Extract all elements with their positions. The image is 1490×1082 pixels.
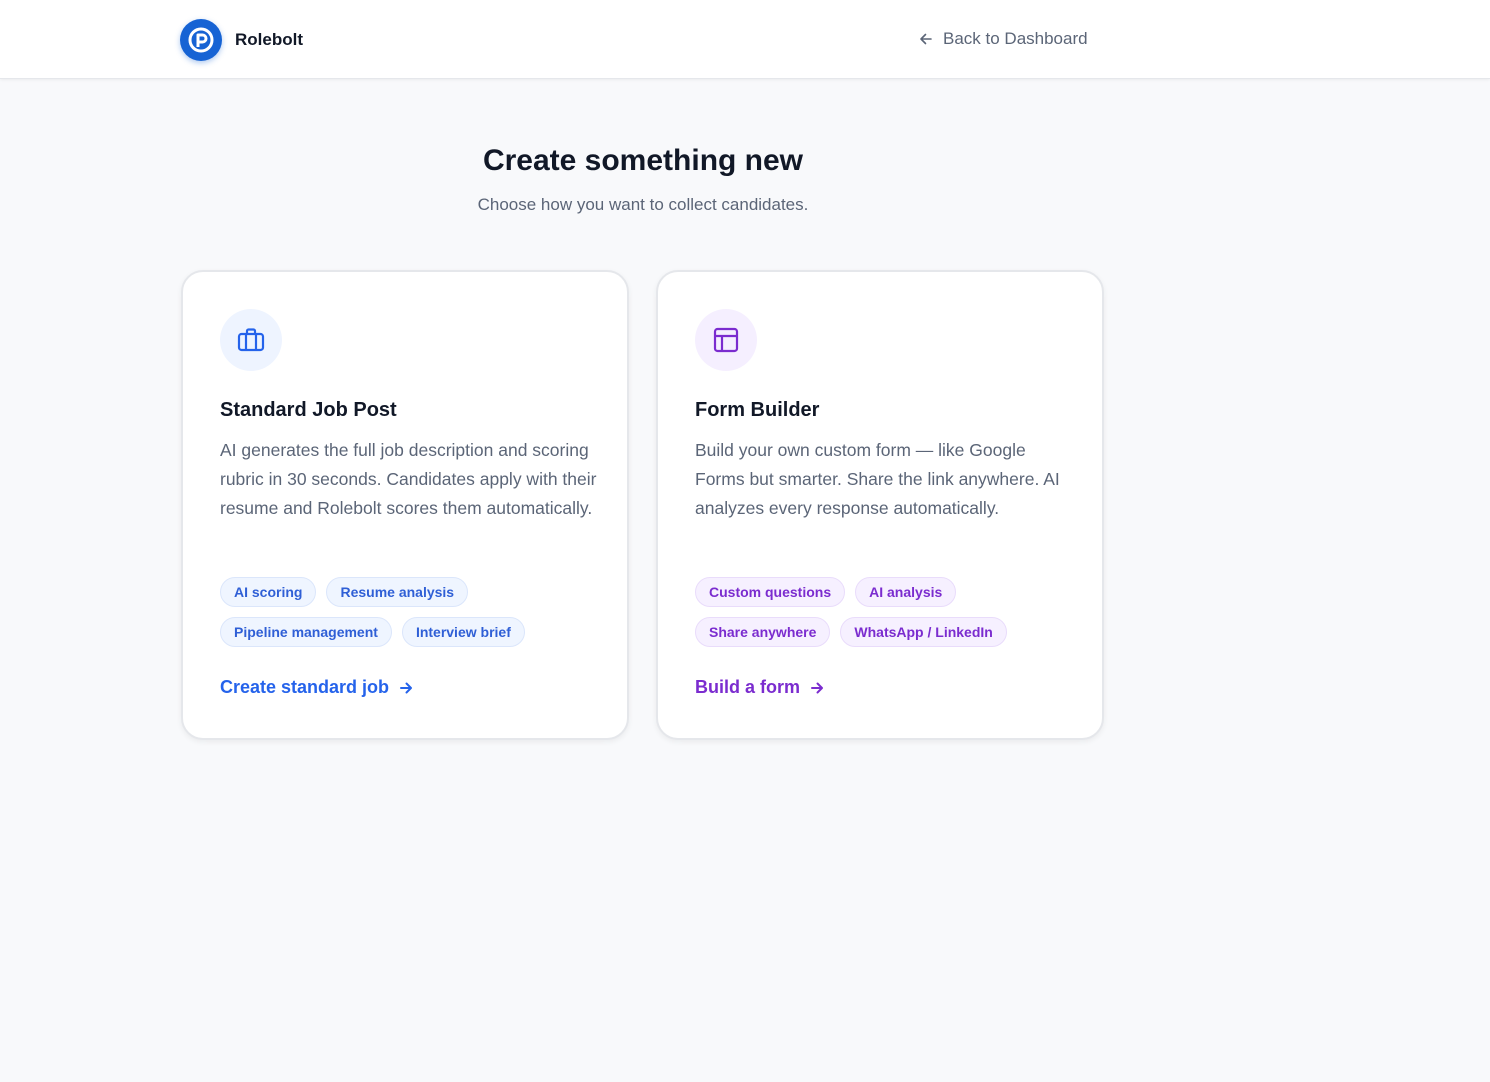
feature-tag: Pipeline management	[220, 617, 392, 647]
feature-tags: Custom questions AI analysis Share anywh…	[695, 577, 1085, 647]
feature-tag: Resume analysis	[326, 577, 469, 607]
top-bar: Rolebolt Back to Dashboard	[0, 0, 1490, 79]
feature-tag: Custom questions	[695, 577, 846, 607]
layout-icon	[695, 309, 757, 371]
card-title: Standard Job Post	[220, 399, 397, 421]
standard-job-post-card[interactable]: Standard Job Post AI generates the full …	[181, 270, 629, 740]
feature-tag: Share anywhere	[695, 617, 831, 647]
feature-tag: AI analysis	[855, 577, 957, 607]
cta-label: Build a form	[695, 677, 801, 697]
back-to-dashboard-link[interactable]: Back to Dashboard	[918, 29, 1088, 49]
feature-tag: Interview brief	[401, 617, 525, 647]
card-description: AI generates the full job description an…	[220, 440, 597, 518]
brand[interactable]: Rolebolt	[180, 19, 303, 61]
page-title: Create something new	[482, 144, 804, 177]
build-a-form-link[interactable]: Build a form	[695, 677, 825, 698]
cta-label: Create standard job	[220, 677, 390, 697]
rolebolt-logo-icon	[180, 19, 222, 61]
arrow-left-icon	[920, 33, 932, 45]
card-title: Form Builder	[695, 399, 820, 421]
back-to-dashboard-label: Back to Dashboard	[943, 29, 1088, 48]
feature-tag: AI scoring	[220, 577, 317, 607]
feature-tags: AI scoring Resume analysis Pipeline mana…	[220, 577, 610, 647]
arrow-right-icon	[811, 682, 824, 693]
create-standard-job-link[interactable]: Create standard job	[220, 677, 414, 698]
card-description: Build your own custom form — like Google…	[695, 440, 1060, 518]
briefcase-icon	[220, 309, 282, 371]
arrow-right-icon	[400, 682, 413, 693]
brand-name: Rolebolt	[235, 30, 303, 49]
page-subtitle: Choose how you want to collect candidate…	[477, 195, 809, 214]
form-builder-card[interactable]: Form Builder Build your own custom form …	[656, 270, 1104, 740]
feature-tag: WhatsApp / LinkedIn	[840, 617, 1007, 647]
